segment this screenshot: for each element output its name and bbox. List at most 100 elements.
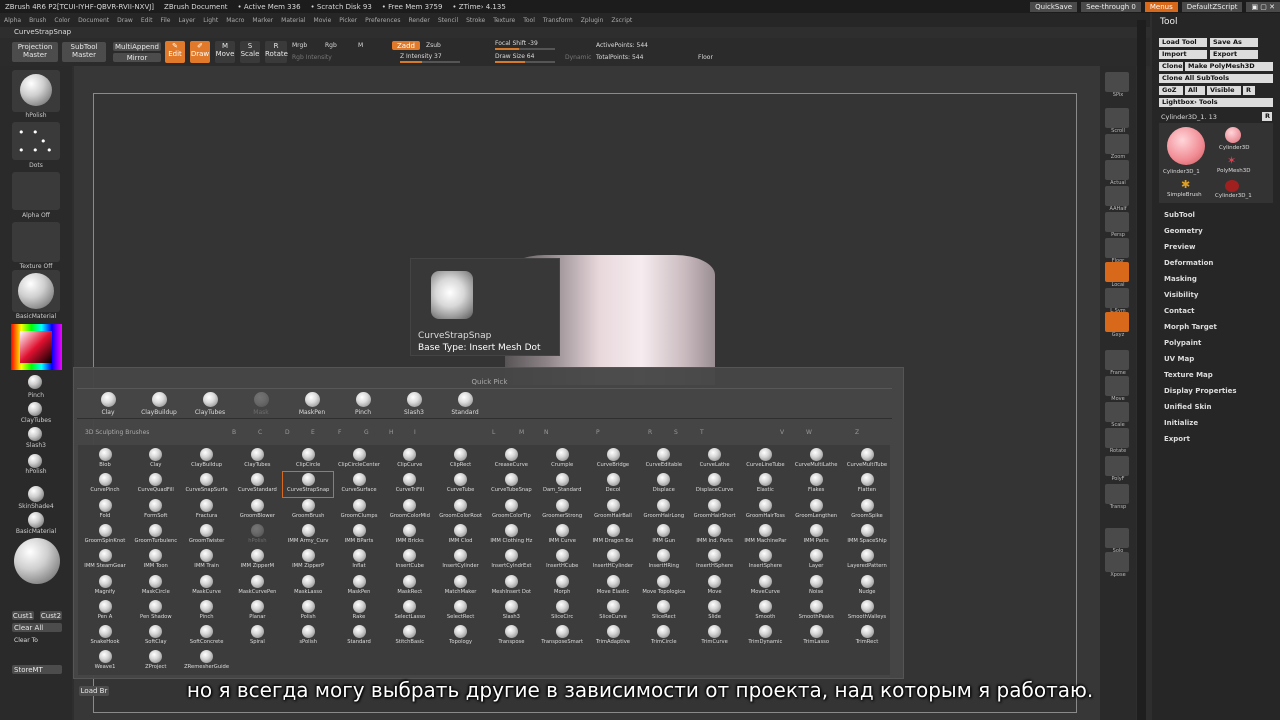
tray-scrollbar[interactable] (1137, 20, 1146, 720)
menu-macro[interactable]: Macro (222, 17, 248, 24)
brush-groomspike[interactable]: GroomSpike (842, 498, 892, 523)
brush-thumbnail[interactable] (12, 70, 60, 112)
floor-button[interactable] (1105, 238, 1129, 258)
zsub-button[interactable]: Zsub (426, 42, 441, 49)
clear-all-button[interactable]: Clear All (12, 623, 62, 632)
brush-curvelathe[interactable]: CurveLathe (690, 447, 740, 472)
brush-clipcurve[interactable]: ClipCurve (385, 447, 435, 472)
brush-softclay[interactable]: SoftClay (131, 624, 181, 649)
cylinder3d-1-small-icon[interactable] (1225, 180, 1239, 192)
brush-slide[interactable]: Slide (690, 599, 740, 624)
menu-zplugin[interactable]: Zplugin (577, 17, 608, 24)
index-letter[interactable]: B (232, 429, 236, 436)
brush-displace[interactable]: Displace (639, 472, 689, 497)
rgb-button[interactable]: Rgb (325, 42, 337, 49)
index-letter[interactable]: S (674, 429, 678, 436)
brush-stitchbasic[interactable]: StitchBasic (385, 624, 435, 649)
basicmaterial-icon[interactable] (28, 512, 44, 528)
index-letter[interactable]: W (806, 429, 812, 436)
brush-groomtwister[interactable]: GroomTwister (182, 523, 232, 548)
brush-imm-army-curv[interactable]: IMM Army_Curv (283, 523, 333, 548)
brush-meshinsert-dot[interactable]: MeshInsert Dot (486, 574, 536, 599)
brush-groomturbulenc[interactable]: GroomTurbulenc (131, 523, 181, 548)
quick-pick-clay[interactable]: Clay (85, 392, 131, 416)
brush-groomblower[interactable]: GroomBlower (232, 498, 282, 523)
polymesh3d-icon[interactable]: ✶ (1227, 154, 1236, 167)
brush-slash3[interactable]: Slash3 (486, 599, 536, 624)
zadd-button[interactable]: Zadd (392, 41, 420, 50)
save-as-button[interactable]: Save As (1210, 38, 1258, 47)
section-subtool[interactable]: SubTool (1164, 211, 1195, 219)
clone-button[interactable]: Clone (1159, 62, 1183, 71)
brush-noise[interactable]: Noise (791, 574, 841, 599)
brush-imm-ind-parts[interactable]: IMM Ind. Parts (690, 523, 740, 548)
index-letter[interactable]: I (414, 429, 416, 436)
brush-claytubes[interactable]: ClayTubes (232, 447, 282, 472)
brush-curvestrapsnap[interactable]: CurveStrapSnap (282, 471, 335, 499)
l-sym-button[interactable] (1105, 288, 1129, 308)
brush-standard[interactable]: Standard (334, 624, 384, 649)
section-morph-target[interactable]: Morph Target (1164, 323, 1217, 331)
menu-picker[interactable]: Picker (335, 17, 361, 24)
index-letter[interactable]: C (258, 429, 262, 436)
storemt-button[interactable]: StoreMT (12, 665, 62, 674)
brush-trimdynamic[interactable]: TrimDynamic (740, 624, 790, 649)
draw-size-slider[interactable]: Draw Size 64 (495, 53, 534, 60)
index-letter[interactable]: N (544, 429, 549, 436)
quick-pick-maskpen[interactable]: MaskPen (289, 392, 335, 416)
brush-groomhairball[interactable]: GroomHairBall (588, 498, 638, 523)
menu-zscript[interactable]: Zscript (607, 17, 636, 24)
brush-spolish[interactable]: sPolish (283, 624, 333, 649)
brush-matchmaker[interactable]: MatchMaker (436, 574, 486, 599)
index-letter[interactable]: E (311, 429, 315, 436)
brush-trimcircle[interactable]: TrimCircle (639, 624, 689, 649)
move-button[interactable] (1105, 376, 1129, 396)
brush-slicecirc[interactable]: SliceCirc (537, 599, 587, 624)
mrgb-button[interactable]: Mrgb (292, 42, 307, 49)
brush-inserthcylinder[interactable]: InsertHCylinder (588, 548, 638, 573)
transp-button[interactable] (1105, 484, 1129, 504)
brush-curvetrifill[interactable]: CurveTriFill (385, 472, 435, 497)
subtool-master-button[interactable]: SubTool Master (62, 42, 106, 62)
brush-pinch[interactable]: Pinch (182, 599, 232, 624)
xpose-button[interactable] (1105, 552, 1129, 572)
brush-curvetube[interactable]: CurveTube (436, 472, 486, 497)
brush-imm-bricks[interactable]: IMM Bricks (385, 523, 435, 548)
focal-shift-slider[interactable]: Focal Shift -39 (495, 40, 538, 47)
color-picker[interactable] (11, 324, 62, 370)
quick-pick-claytubes[interactable]: ClayTubes (187, 392, 233, 416)
quick-pick-standard[interactable]: Standard (442, 392, 488, 416)
brush-crumple[interactable]: Crumple (537, 447, 587, 472)
main-color-swatch-icon[interactable] (14, 538, 60, 584)
brush-imm-bparts[interactable]: IMM BParts (334, 523, 384, 548)
actual-button[interactable] (1105, 160, 1129, 180)
brush-clipcirclecenter[interactable]: ClipCircleCenter (334, 447, 384, 472)
section-initialize[interactable]: Initialize (1164, 419, 1198, 427)
brush-decol[interactable]: Decol (588, 472, 638, 497)
texture-thumbnail[interactable] (12, 222, 60, 262)
menu-edit[interactable]: Edit (137, 17, 157, 24)
brush-imm-train[interactable]: IMM Train (182, 548, 232, 573)
dynamic-toggle[interactable]: Dynamic (565, 54, 591, 61)
section-polypaint[interactable]: Polypaint (1164, 339, 1201, 347)
brush-curvestandard[interactable]: CurveStandard (232, 472, 282, 497)
goz-button[interactable]: GoZ (1159, 86, 1183, 95)
color-picker-square[interactable] (20, 331, 52, 363)
menu-document[interactable]: Document (74, 17, 113, 24)
brush-imm-gun[interactable]: IMM Gun (639, 523, 689, 548)
menu-layer[interactable]: Layer (175, 17, 200, 24)
brush-smoothvalleys[interactable]: SmoothValleys (842, 599, 892, 624)
section-contact[interactable]: Contact (1164, 307, 1195, 315)
cylinder3d-icon[interactable] (1225, 127, 1241, 143)
simplebrush-icon[interactable]: ✱ (1181, 178, 1190, 191)
brush-imm-steamgear[interactable]: IMM SteamGear (80, 548, 130, 573)
brush-claybuildup[interactable]: ClayBuildup (182, 447, 232, 472)
cylinder3d-1-icon[interactable] (1167, 127, 1205, 165)
skinshade4-icon[interactable] (28, 486, 44, 502)
solo-button[interactable] (1105, 528, 1129, 548)
move-button[interactable]: M Move (215, 41, 235, 63)
see-through-slider[interactable]: See-through 0 (1081, 1, 1141, 12)
stroke-thumbnail[interactable]: • • • • • • (12, 122, 60, 160)
cust1-button[interactable]: Cust1 (12, 611, 34, 620)
menu-texture[interactable]: Texture (489, 17, 519, 24)
